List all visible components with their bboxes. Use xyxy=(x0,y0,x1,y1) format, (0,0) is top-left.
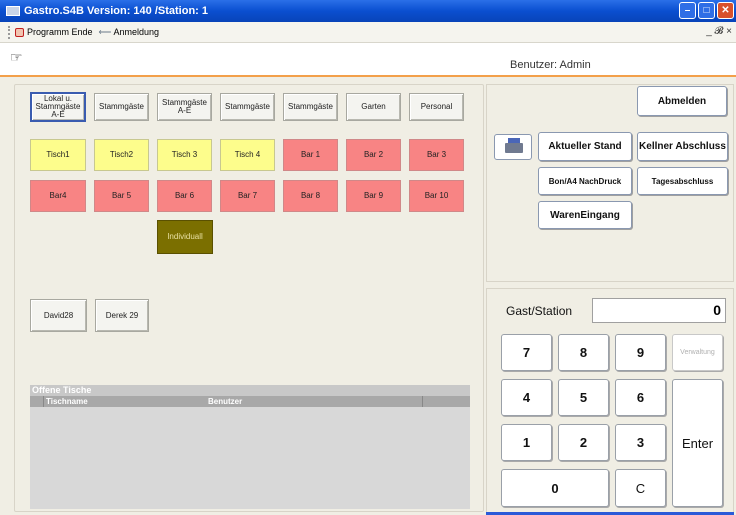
printer-body xyxy=(505,143,523,153)
maximize-button[interactable]: □ xyxy=(698,2,715,19)
enter-button[interactable]: Enter xyxy=(672,379,723,507)
reprint-button[interactable]: Bon/A4 NachDruck xyxy=(538,167,632,195)
key-2[interactable]: 2 xyxy=(558,424,609,461)
app-window: Gastro.S4B Version: 140 /Station: 1 – □ … xyxy=(0,0,736,515)
table-button[interactable]: Bar 3 xyxy=(409,139,464,171)
area-tab-stammgaeste-3[interactable]: Stammgäste xyxy=(283,93,338,121)
area-tab-personal[interactable]: Personal xyxy=(409,93,464,121)
menu-bar: Programm Ende ⟵ Anmeldung _ 𝓑 × xyxy=(0,22,736,43)
key-9[interactable]: 9 xyxy=(615,334,666,371)
guest-button[interactable]: Derek 29 xyxy=(95,299,149,332)
waiter-close-button[interactable]: Kellner Abschluss xyxy=(637,132,728,161)
table-button[interactable]: Tisch1 xyxy=(30,139,86,171)
key-4[interactable]: 4 xyxy=(501,379,552,416)
app-icon xyxy=(6,6,20,16)
exit-icon xyxy=(15,27,24,37)
menu-label: Programm Ende xyxy=(27,27,93,37)
column-header-benutzer[interactable]: Benutzer xyxy=(208,396,242,407)
table-button[interactable]: Bar 7 xyxy=(220,180,275,212)
window-title: Gastro.S4B Version: 140 /Station: 1 xyxy=(24,5,209,17)
menu-item-programm-ende[interactable]: Programm Ende xyxy=(15,27,93,37)
menu-item-anmeldung[interactable]: ⟵ Anmeldung xyxy=(99,27,159,38)
toolbar-grip xyxy=(8,25,11,39)
printer-icon[interactable] xyxy=(494,134,532,160)
window-controls: – □ ✕ xyxy=(679,2,734,19)
area-tab-stammgaeste-1[interactable]: Stammgäste xyxy=(94,93,149,121)
key-3[interactable]: 3 xyxy=(615,424,666,461)
key-6[interactable]: 6 xyxy=(615,379,666,416)
table-button[interactable]: Bar 5 xyxy=(94,180,149,212)
clear-button[interactable]: C xyxy=(615,469,666,507)
verwaltung-button[interactable]: Verwaltung xyxy=(672,334,723,371)
open-tables-title: Offene Tische xyxy=(30,385,470,396)
close-button[interactable]: ✕ xyxy=(717,2,734,19)
gast-station-input[interactable]: 0 xyxy=(592,298,726,323)
area-tab-garten[interactable]: Garten xyxy=(346,93,401,121)
header: ☞ Benutzer: Admin xyxy=(0,43,736,77)
area-tab-stammgaeste-ae[interactable]: Stammgäste A-E xyxy=(157,93,212,121)
table-button[interactable]: Tisch2 xyxy=(94,139,149,171)
column-divider xyxy=(422,396,423,407)
table-button[interactable]: Bar 8 xyxy=(283,180,338,212)
table-button[interactable]: Tisch 4 xyxy=(220,139,275,171)
table-button[interactable]: Bar 10 xyxy=(409,180,464,212)
area-tab-lokal[interactable]: Lokal u. Stammgäste A-E xyxy=(30,92,86,122)
area-tab-stammgaeste-2[interactable]: Stammgäste xyxy=(220,93,275,121)
current-status-button[interactable]: Aktueller Stand xyxy=(538,132,632,161)
logout-button[interactable]: Abmelden xyxy=(637,86,727,116)
key-0[interactable]: 0 xyxy=(501,469,609,507)
key-5[interactable]: 5 xyxy=(558,379,609,416)
guest-button[interactable]: David28 xyxy=(30,299,87,332)
table-button[interactable]: Bar 1 xyxy=(283,139,338,171)
table-button[interactable]: Bar4 xyxy=(30,180,86,212)
table-button[interactable]: Individuall xyxy=(157,220,213,254)
minimize-button[interactable]: – xyxy=(679,2,696,19)
open-tables-header: Tischname Benutzer xyxy=(30,396,470,407)
arrow-icon: ⟵ xyxy=(98,26,112,37)
row-selector-header[interactable] xyxy=(30,396,44,407)
gast-station-label: Gast/Station xyxy=(506,304,573,318)
table-button[interactable]: Bar 2 xyxy=(346,139,401,171)
key-8[interactable]: 8 xyxy=(558,334,609,371)
open-tables-grid[interactable]: Offene Tische Tischname Benutzer xyxy=(30,385,470,509)
table-button[interactable]: Tisch 3 xyxy=(157,139,212,171)
column-header-tischname[interactable]: Tischname xyxy=(46,396,88,407)
title-bar: Gastro.S4B Version: 140 /Station: 1 – □ … xyxy=(0,0,736,22)
table-button[interactable]: Bar 6 xyxy=(157,180,212,212)
hand-pointer-icon: ☞ xyxy=(10,49,23,65)
mdi-controls[interactable]: _ 𝓑 × xyxy=(706,26,732,37)
user-label: Benutzer: Admin xyxy=(510,59,591,71)
day-close-button[interactable]: Tagesabschluss xyxy=(637,167,728,195)
key-1[interactable]: 1 xyxy=(501,424,552,461)
menu-label: Anmeldung xyxy=(113,27,159,37)
key-7[interactable]: 7 xyxy=(501,334,552,371)
table-button[interactable]: Bar 9 xyxy=(346,180,401,212)
goods-in-button[interactable]: WarenEingang xyxy=(538,201,632,229)
